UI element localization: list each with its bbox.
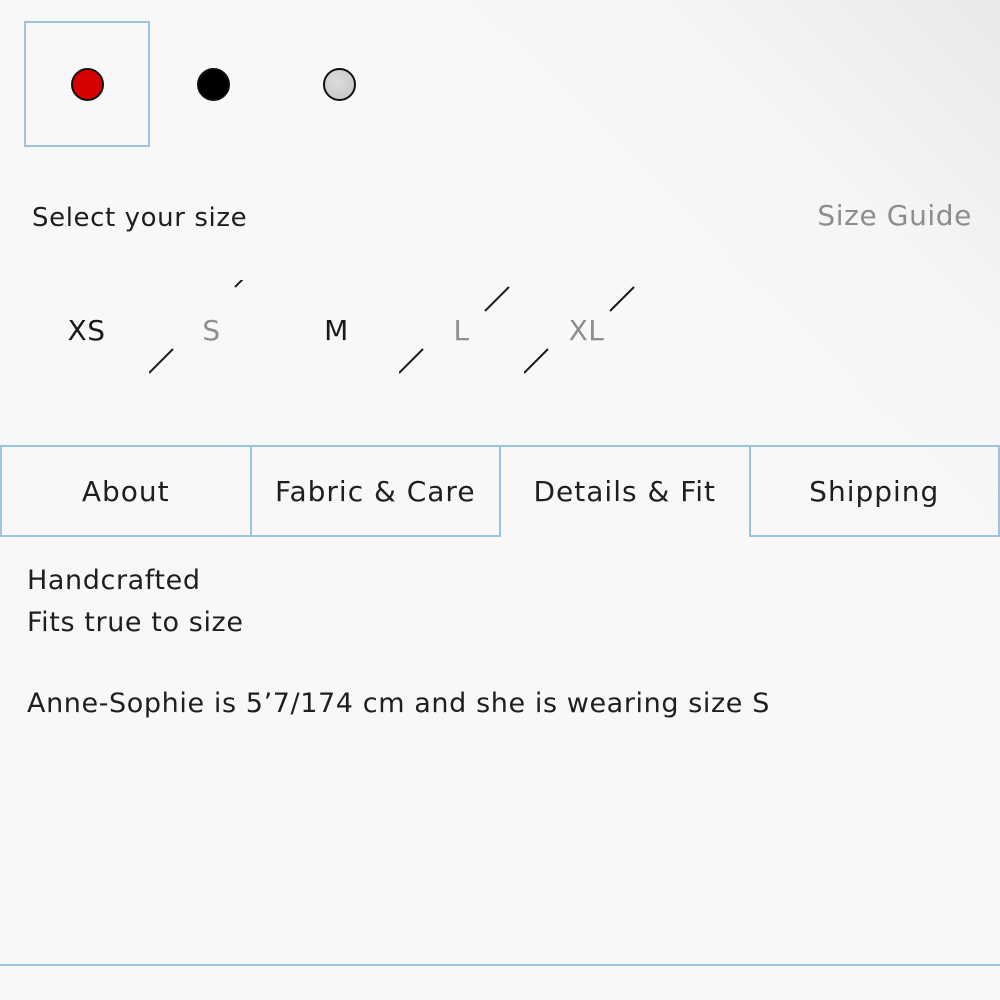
- color-swatch-grey[interactable]: [276, 21, 402, 147]
- size-option-label: M: [324, 313, 349, 347]
- grey-color-dot-icon: [322, 67, 356, 101]
- size-option-label: L: [453, 313, 470, 347]
- size-option-s[interactable]: S: [149, 280, 274, 380]
- tab-details-fit[interactable]: Details & Fit: [499, 445, 751, 537]
- size-option-label: XS: [67, 313, 106, 347]
- size-option-label: S: [202, 313, 221, 347]
- color-swatch-black[interactable]: [150, 21, 276, 147]
- details-fit-panel: Handcrafted Fits true to size Anne-Sophi…: [27, 560, 770, 725]
- size-option-m[interactable]: M: [274, 280, 399, 380]
- color-swatch-group: [24, 21, 402, 149]
- product-info-tabs: About Fabric & Care Details & Fit Shippi…: [0, 445, 1000, 537]
- color-swatch-red[interactable]: [24, 21, 150, 147]
- detail-line-fit: Fits true to size: [27, 607, 244, 638]
- black-color-dot-icon: [196, 67, 230, 101]
- size-option-l[interactable]: L: [399, 280, 524, 380]
- red-color-dot-icon: [70, 67, 104, 101]
- tab-shipping[interactable]: Shipping: [748, 445, 1000, 537]
- size-guide-link[interactable]: Size Guide: [817, 199, 972, 232]
- size-option-xs[interactable]: XS: [24, 280, 149, 380]
- size-options: XS S M L XL: [24, 280, 649, 380]
- size-select-label: Select your size: [32, 203, 248, 233]
- tab-fabric-care[interactable]: Fabric & Care: [249, 445, 501, 537]
- size-option-label: XL: [568, 313, 605, 347]
- detail-line-handcrafted: Handcrafted: [27, 565, 201, 596]
- model-size-note: Anne-Sophie is 5’7/174 cm and she is wea…: [27, 688, 770, 719]
- tab-about[interactable]: About: [0, 445, 252, 537]
- bottom-divider: [0, 964, 1000, 966]
- size-option-xl[interactable]: XL: [524, 280, 649, 380]
